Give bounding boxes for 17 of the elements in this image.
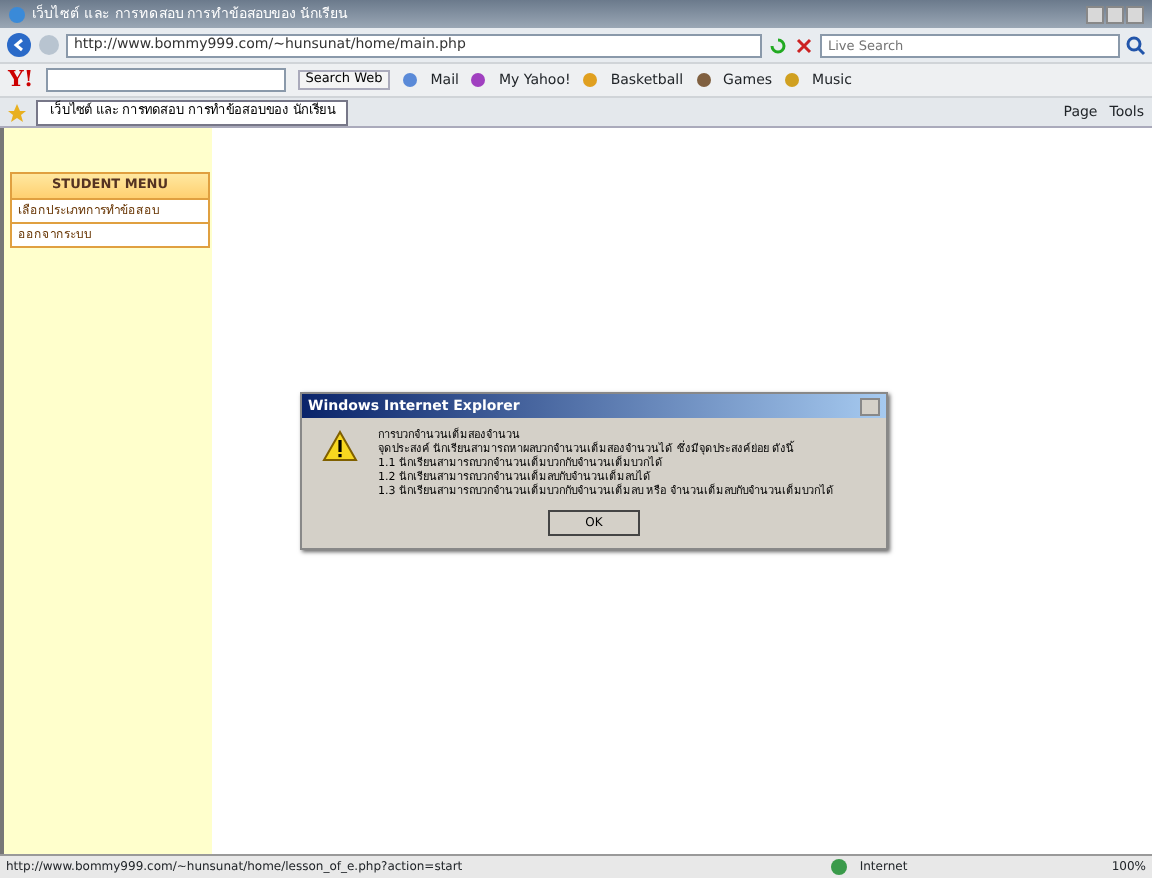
- back-icon[interactable]: [6, 32, 32, 58]
- refresh-icon[interactable]: [768, 35, 788, 55]
- search-icon[interactable]: [1126, 35, 1146, 55]
- toolbar-icon[interactable]: [470, 72, 487, 88]
- yahoo-logo[interactable]: Y!: [8, 66, 34, 94]
- toolbar-icon[interactable]: [784, 72, 801, 88]
- warning-icon: [322, 430, 358, 462]
- toolbar-icon[interactable]: [402, 72, 419, 88]
- favorites-icon[interactable]: [8, 103, 26, 121]
- maximize-button[interactable]: [1106, 5, 1124, 23]
- toolbar-icon[interactable]: [695, 72, 712, 88]
- close-button[interactable]: [860, 397, 880, 415]
- stop-icon[interactable]: [794, 35, 814, 55]
- search-field[interactable]: [45, 68, 286, 92]
- minimize-button[interactable]: [1086, 5, 1104, 23]
- globe-icon: [829, 858, 848, 876]
- close-button[interactable]: [1126, 5, 1144, 23]
